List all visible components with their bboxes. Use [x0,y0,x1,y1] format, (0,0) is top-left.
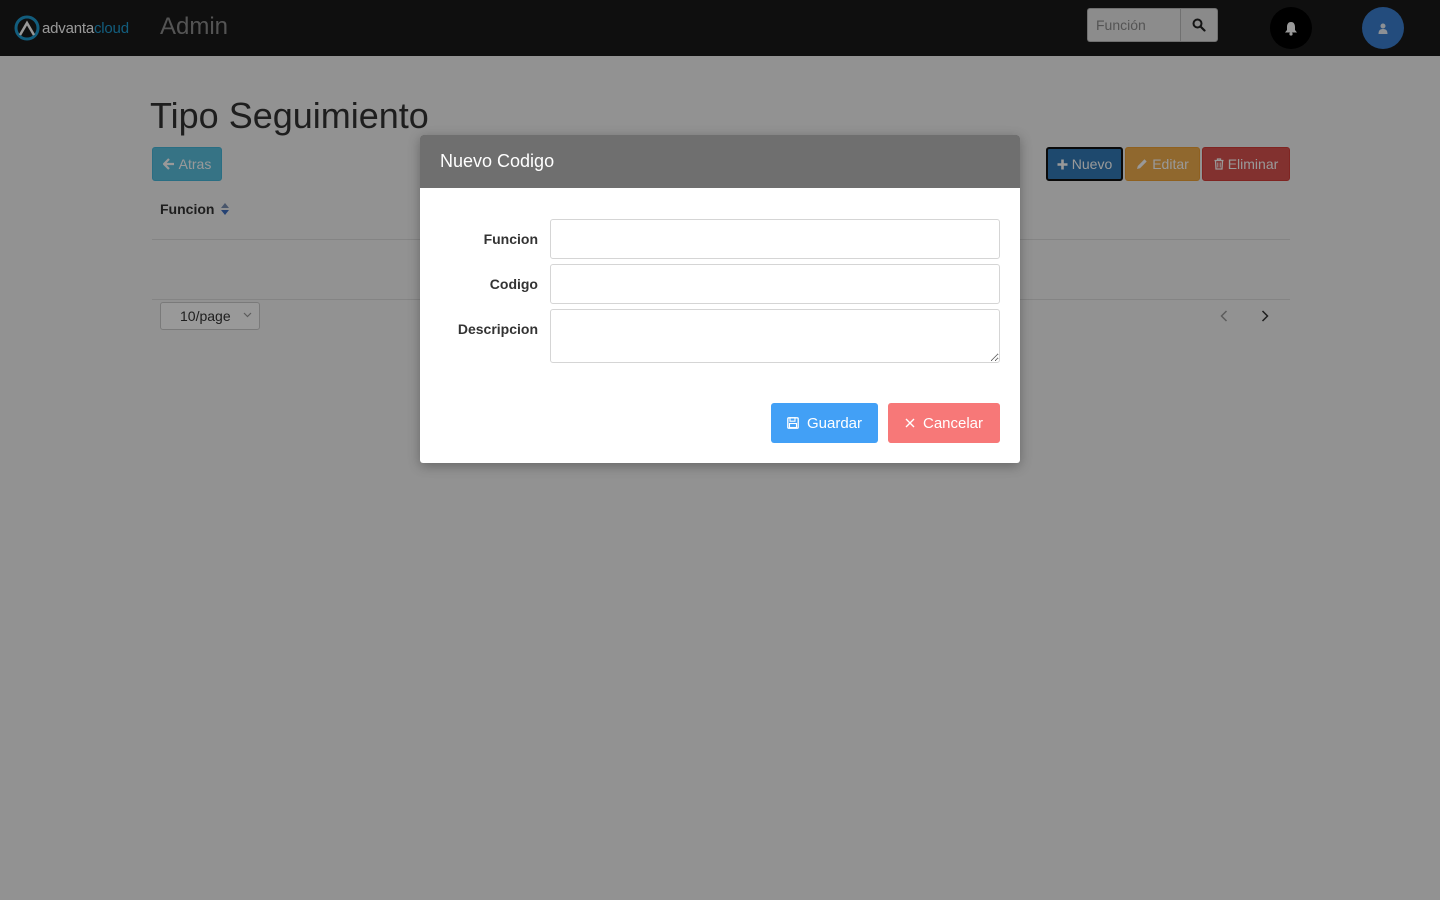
funcion-label: Funcion [483,231,538,247]
save-icon [787,417,799,429]
modal-header: Nuevo Codigo [420,135,1020,188]
codigo-input[interactable] [550,264,1000,304]
funcion-input[interactable] [550,219,1000,259]
descripcion-textarea[interactable] [550,309,1000,363]
codigo-label: Codigo [489,276,538,292]
modal-title: Nuevo Codigo [440,151,555,171]
descripcion-label: Descripcion [457,321,538,337]
close-icon [905,418,915,428]
save-button[interactable]: Guardar [771,403,878,443]
cancel-button[interactable]: Cancelar [888,403,1000,443]
save-button-label: Guardar [806,414,863,432]
new-code-modal: Nuevo Codigo Funcion Codigo Descripcion … [420,135,1020,463]
cancel-button-label: Cancelar [922,414,984,432]
